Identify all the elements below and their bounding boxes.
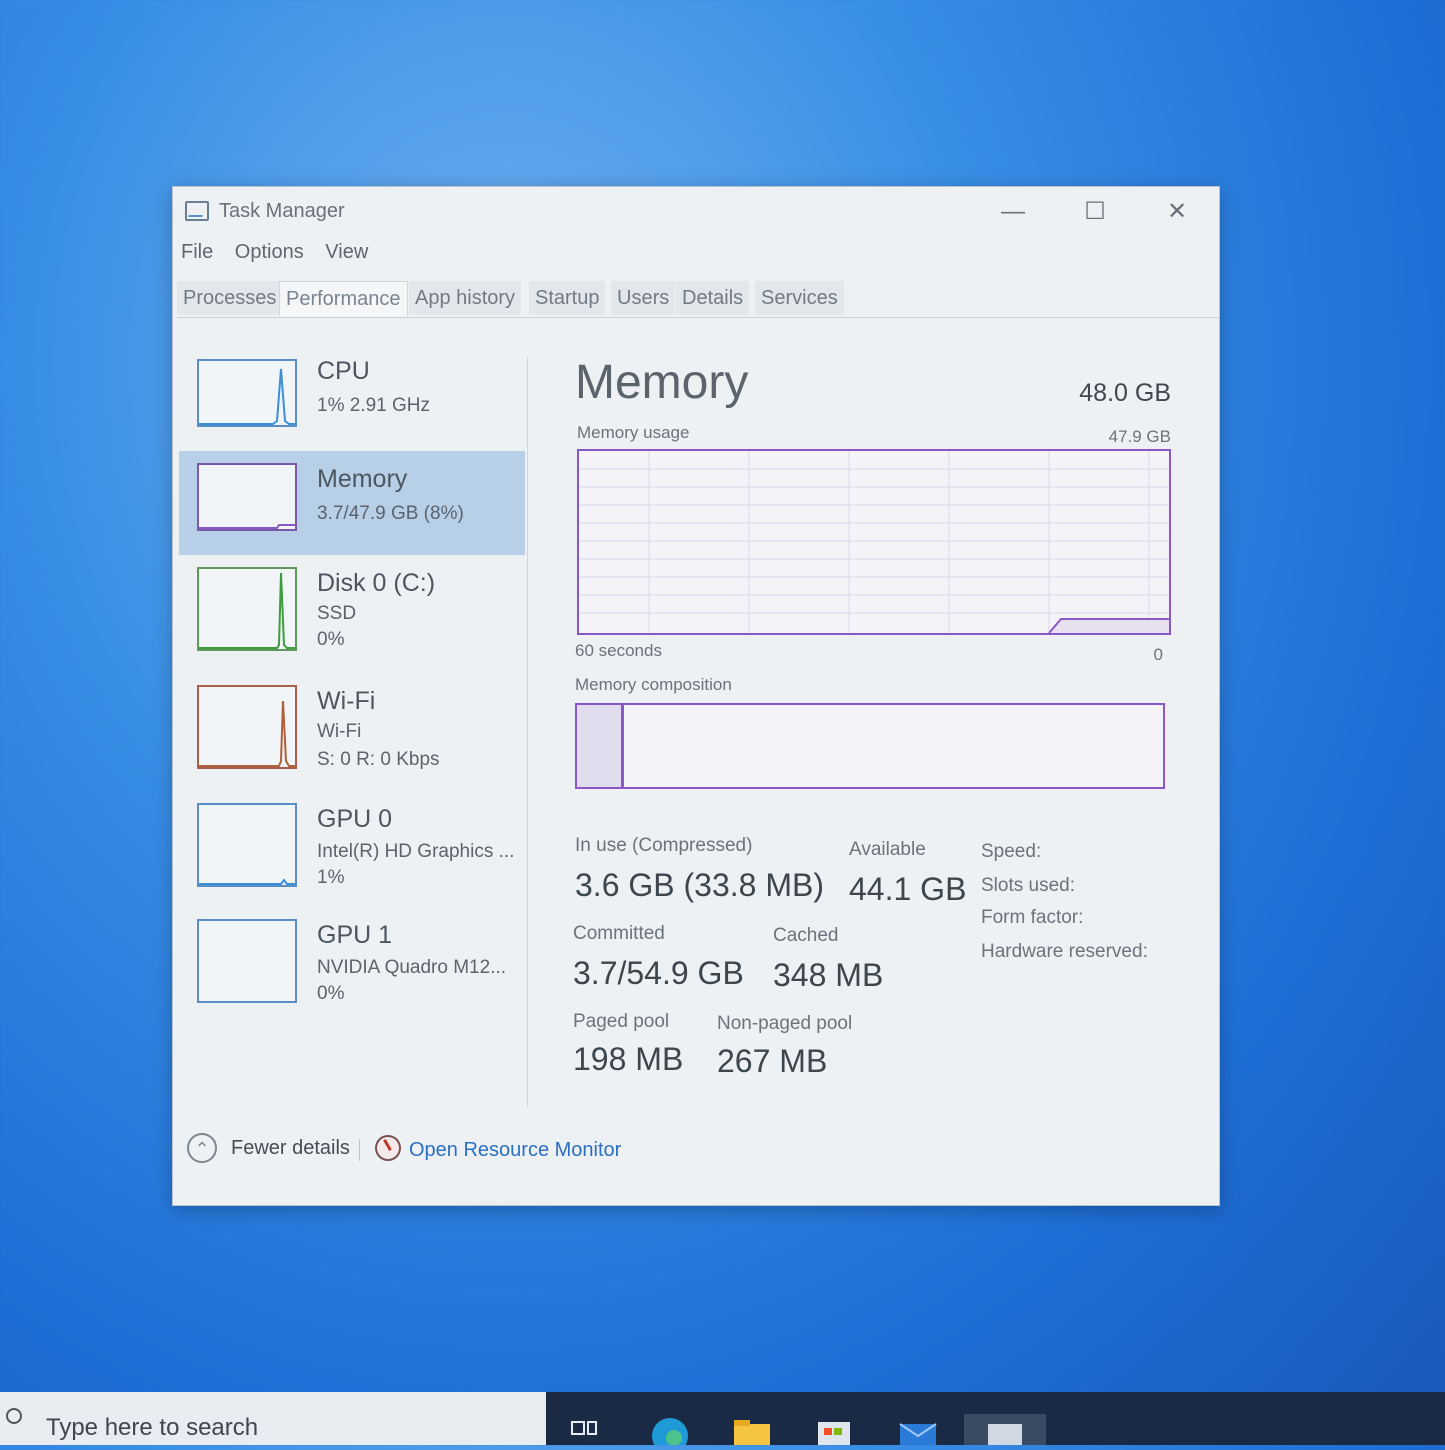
- cached-value: 348 MB: [773, 957, 884, 993]
- task-manager-window: Task Manager — ☐ ✕ File Options View Pro…: [172, 186, 1220, 1206]
- in-use-value: 3.6 GB (33.8 MB): [575, 867, 824, 903]
- panel-divider[interactable]: [527, 357, 528, 1107]
- memory-heading: Memory: [575, 356, 749, 409]
- maximize-button[interactable]: ☐: [1075, 195, 1115, 229]
- edge-browser-icon[interactable]: [650, 1414, 688, 1450]
- committed-label: Committed: [573, 923, 665, 944]
- gpu1-usage: 0%: [317, 983, 345, 1004]
- wifi-throughput: S: 0 R: 0 Kbps: [317, 749, 440, 770]
- tab-services[interactable]: Services: [755, 281, 844, 315]
- slots-used-label: Slots used:: [981, 875, 1075, 896]
- cpu-label: CPU: [317, 357, 370, 385]
- resource-list: CPU 1% 2.91 GHz Memory 3.7/47.9 GB (8%) …: [179, 347, 525, 1107]
- time-end-label: 0: [1153, 645, 1163, 664]
- in-use-label: In use (Compressed): [575, 835, 753, 856]
- non-paged-pool-label: Non-paged pool: [717, 1013, 853, 1034]
- memory-usage-graph: [577, 449, 1171, 635]
- memory-detail-panel: Memory 48.0 GB Memory usage 47.9 GB 60 s…: [573, 347, 1183, 1107]
- resource-monitor-icon[interactable]: [375, 1135, 401, 1161]
- search-icon: [6, 1408, 22, 1424]
- memory-usage-label: Memory usage: [577, 423, 690, 442]
- close-button[interactable]: ✕: [1157, 195, 1197, 229]
- memory-in-use-segment: [577, 705, 624, 787]
- wifi-adapter: Wi-Fi: [317, 721, 362, 742]
- memory-total: 48.0 GB: [1079, 379, 1171, 407]
- title-bar[interactable]: Task Manager — ☐ ✕: [173, 187, 1219, 237]
- memory-composition-label: Memory composition: [575, 675, 732, 694]
- taskbar-search-box[interactable]: Type here to search: [0, 1392, 546, 1445]
- resource-item-memory[interactable]: Memory 3.7/47.9 GB (8%): [179, 451, 525, 555]
- wifi-label: Wi-Fi: [317, 687, 376, 715]
- paged-pool-value: 198 MB: [573, 1041, 684, 1077]
- memory-usage: 3.7/47.9 GB (8%): [317, 503, 464, 524]
- wifi-mini-graph: [197, 685, 297, 769]
- gpu1-mini-graph: [197, 919, 297, 1003]
- tab-bar: Processes Performance App history Startu…: [177, 279, 1219, 318]
- menu-bar: File Options View: [181, 241, 384, 264]
- task-manager-taskbar-button[interactable]: [964, 1414, 1046, 1445]
- available-label: Available: [849, 839, 926, 860]
- resource-item-disk[interactable]: Disk 0 (C:) SSD 0%: [179, 555, 525, 659]
- microsoft-store-icon[interactable]: [814, 1414, 852, 1445]
- tab-performance[interactable]: Performance: [279, 281, 408, 316]
- memory-mini-graph: [197, 463, 297, 531]
- fewer-details-button[interactable]: Fewer details: [231, 1137, 350, 1160]
- disk-type: SSD: [317, 603, 357, 624]
- search-placeholder: Type here to search: [46, 1414, 259, 1441]
- cached-label: Cached: [773, 925, 839, 946]
- cpu-mini-graph: [197, 359, 297, 427]
- hardware-reserved-label: Hardware reserved:: [981, 941, 1148, 962]
- gpu1-model: NVIDIA Quadro M12...: [317, 957, 507, 978]
- cpu-usage: 1% 2.91 GHz: [317, 395, 430, 416]
- menu-view[interactable]: View: [325, 241, 368, 263]
- window-title: Task Manager: [219, 200, 345, 222]
- chevron-up-icon[interactable]: ⌃: [187, 1133, 217, 1163]
- taskbar: Type here to search: [0, 1392, 1445, 1450]
- tab-processes[interactable]: Processes: [177, 281, 279, 315]
- gpu0-label: GPU 0: [317, 805, 393, 833]
- memory-label: Memory: [317, 465, 408, 493]
- paged-pool-label: Paged pool: [573, 1011, 670, 1032]
- tab-startup[interactable]: Startup: [529, 281, 606, 315]
- file-explorer-icon[interactable]: [732, 1414, 770, 1445]
- resource-item-gpu0[interactable]: GPU 0 Intel(R) HD Graphics ... 1%: [179, 791, 525, 895]
- time-span-label: 60 seconds: [575, 641, 662, 660]
- tab-details[interactable]: Details: [676, 281, 750, 315]
- open-resource-monitor-link[interactable]: Open Resource Monitor: [409, 1139, 621, 1162]
- resource-item-wifi[interactable]: Wi-Fi Wi-Fi S: 0 R: 0 Kbps: [179, 673, 525, 777]
- resource-item-gpu1[interactable]: GPU 1 NVIDIA Quadro M12... 0%: [179, 907, 525, 1011]
- gpu0-mini-graph: [197, 803, 297, 887]
- available-value: 44.1 GB: [849, 871, 967, 907]
- memory-usage-max: 47.9 GB: [1108, 427, 1171, 446]
- gpu1-label: GPU 1: [317, 921, 393, 949]
- disk-mini-graph: [197, 567, 297, 651]
- tab-app-history[interactable]: App history: [409, 281, 522, 315]
- task-view-icon[interactable]: [570, 1414, 608, 1445]
- committed-value: 3.7/54.9 GB: [573, 955, 744, 991]
- menu-file[interactable]: File: [181, 241, 213, 263]
- disk-label: Disk 0 (C:): [317, 569, 436, 597]
- footer-separator: [359, 1139, 360, 1161]
- speed-label: Speed:: [981, 841, 1042, 862]
- form-factor-label: Form factor:: [981, 907, 1084, 928]
- memory-composition-bar: [575, 703, 1165, 789]
- gpu0-model: Intel(R) HD Graphics ...: [317, 841, 515, 862]
- task-manager-icon: [185, 201, 209, 221]
- resource-item-cpu[interactable]: CPU 1% 2.91 GHz: [179, 347, 525, 451]
- minimize-button[interactable]: —: [993, 195, 1033, 229]
- menu-options[interactable]: Options: [235, 241, 304, 263]
- mail-icon[interactable]: [898, 1414, 937, 1445]
- gpu0-usage: 1%: [317, 867, 345, 888]
- disk-usage: 0%: [317, 629, 345, 650]
- tab-users[interactable]: Users: [611, 281, 676, 315]
- non-paged-pool-value: 267 MB: [717, 1043, 828, 1079]
- footer-bar: ⌃ Fewer details Open Resource Monitor: [187, 1131, 1219, 1171]
